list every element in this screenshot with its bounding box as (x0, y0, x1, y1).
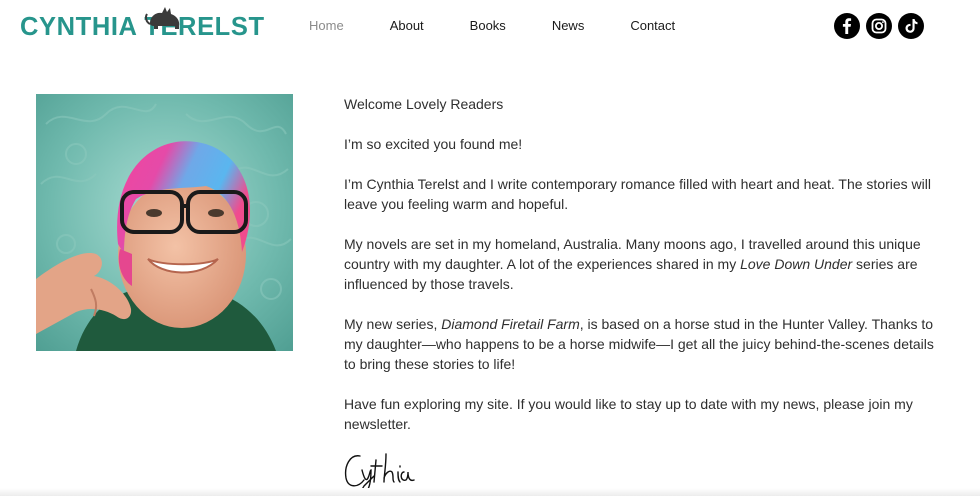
bottom-shadow (0, 488, 980, 496)
social-links (834, 13, 924, 39)
cat-icon (145, 7, 180, 29)
welcome-heading: Welcome Lovely Readers (344, 96, 504, 112)
bio-paragraph: I’m Cynthia Terelst and I write contempo… (344, 176, 931, 212)
facebook-icon[interactable] (834, 13, 860, 39)
new-series-paragraph: My new series, Diamond Firetail Farm, is… (344, 314, 934, 374)
site-header: CYNTHIA TERELST Home About Books News Co… (0, 0, 980, 52)
series-title-diamond-firetail-farm: Diamond Firetail Farm (441, 316, 580, 332)
author-photo (36, 94, 293, 351)
nav-news[interactable]: News (552, 16, 585, 36)
nav-books[interactable]: Books (470, 16, 506, 36)
instagram-icon[interactable] (866, 13, 892, 39)
logo-text: CYNTHIA TERELST (20, 13, 265, 41)
tiktok-icon[interactable] (898, 13, 924, 39)
welcome-text: Welcome Lovely Readers I’m so excited yo… (344, 94, 934, 454)
main-nav: Home About Books News Contact (309, 16, 721, 36)
series-title-love-down-under: Love Down Under (740, 256, 853, 272)
nav-about[interactable]: About (390, 16, 424, 36)
intro-paragraph: I’m so excited you found me! (344, 136, 523, 152)
newsletter-paragraph: Have fun exploring my site. If you would… (344, 396, 913, 432)
site-logo[interactable]: CYNTHIA TERELST (20, 7, 265, 44)
nav-contact[interactable]: Contact (630, 16, 675, 36)
series-text-1: My new series, (344, 316, 442, 332)
novels-paragraph: My novels are set in my homeland, Austra… (344, 234, 934, 294)
nav-home[interactable]: Home (309, 16, 344, 36)
